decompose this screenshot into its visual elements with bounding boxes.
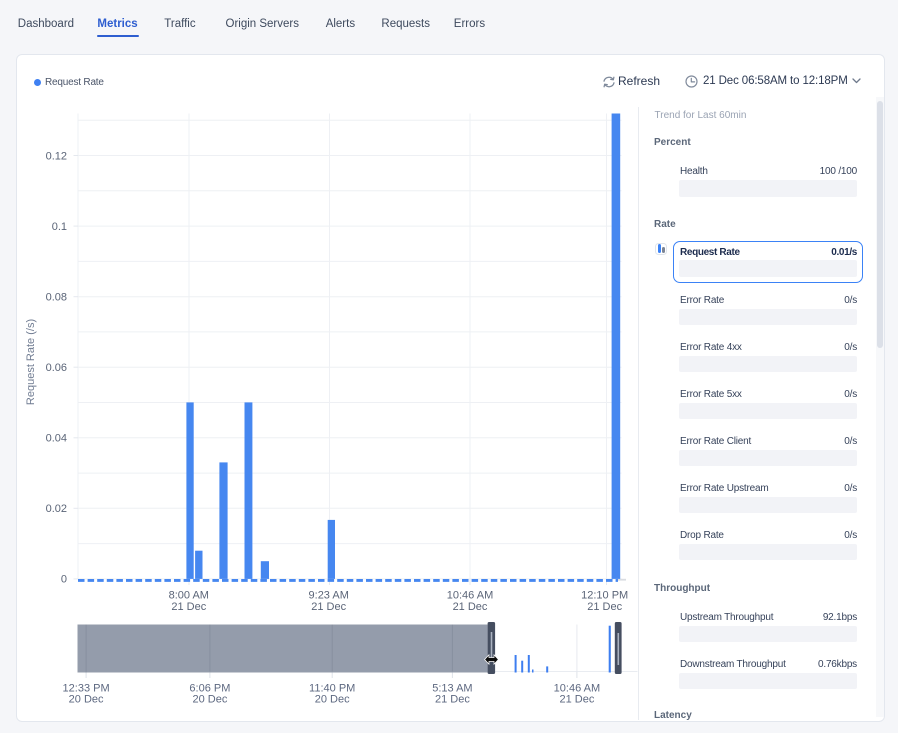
svg-text:0.08: 0.08 (46, 292, 67, 304)
svg-text:0.04: 0.04 (46, 433, 67, 445)
svg-text:0.1: 0.1 (52, 221, 67, 233)
svg-text:21 Dec: 21 Dec (587, 601, 622, 613)
svg-text:Request Rate (/s): Request Rate (/s) (25, 319, 37, 405)
svg-text:20 Dec: 20 Dec (315, 693, 350, 705)
svg-text:0.12: 0.12 (46, 150, 67, 162)
svg-text:21 Dec: 21 Dec (311, 601, 346, 613)
svg-text:21 Dec: 21 Dec (171, 601, 206, 613)
svg-text:0: 0 (61, 574, 67, 586)
svg-text:10:46 AM: 10:46 AM (447, 589, 493, 601)
svg-text:9:23 AM: 9:23 AM (309, 589, 349, 601)
svg-text:20 Dec: 20 Dec (192, 693, 227, 705)
svg-text:0.02: 0.02 (46, 503, 67, 515)
svg-text:12:10 PM: 12:10 PM (581, 589, 628, 601)
svg-text:21 Dec: 21 Dec (559, 693, 594, 705)
svg-text:0.06: 0.06 (46, 362, 67, 374)
svg-text:21 Dec: 21 Dec (453, 601, 488, 613)
svg-text:21 Dec: 21 Dec (435, 693, 470, 705)
svg-text:20 Dec: 20 Dec (69, 693, 104, 705)
svg-text:8:00 AM: 8:00 AM (169, 589, 209, 601)
